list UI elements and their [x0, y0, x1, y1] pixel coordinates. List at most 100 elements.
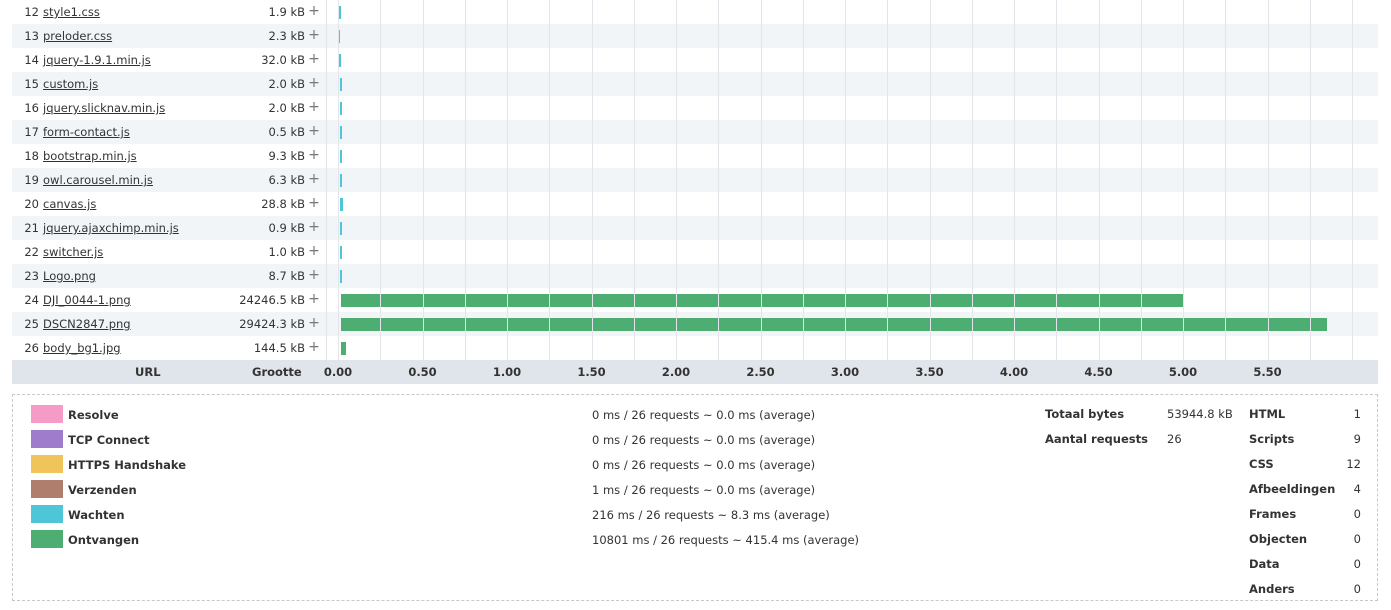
request-size: 8.7 kB [268, 269, 306, 283]
x-tick-label: 1.00 [492, 365, 522, 379]
request-number: 13 [24, 29, 39, 43]
x-tick-label: 3.00 [830, 365, 860, 379]
type-count: 0 [1353, 507, 1361, 521]
summary-label: Aantal requests [1045, 432, 1148, 446]
size-column-header: Grootte [252, 365, 302, 379]
table-row: 13 preloder.css 2.3 kB + [12, 24, 1378, 48]
handshake-swatch [31, 455, 63, 473]
request-number: 23 [24, 269, 39, 283]
table-row: 12 style1.css 1.9 kB + [12, 0, 1378, 24]
legend-stat: 1 ms / 26 requests ~ 0.0 ms (average) [592, 483, 816, 497]
type-count-row: Afbeeldingen 4 [1249, 482, 1375, 502]
request-number: 17 [24, 125, 39, 139]
receive-bar [341, 318, 1327, 331]
wait-bar [338, 30, 340, 43]
type-count: 0 [1353, 532, 1361, 546]
request-url-link[interactable]: custom.js [43, 77, 98, 91]
type-count-row: Data 0 [1249, 557, 1375, 577]
wait-bar [339, 102, 342, 115]
request-url-link[interactable]: jquery.ajaxchimp.min.js [43, 221, 179, 235]
wait-bar [339, 270, 342, 283]
expand-plus-icon[interactable]: + [307, 147, 321, 163]
request-url-link[interactable]: DJI_0044-1.png [43, 293, 131, 307]
request-size: 2.0 kB [268, 101, 306, 115]
legend-stat: 216 ms / 26 requests ~ 8.3 ms (average) [592, 508, 830, 522]
legend-item-resolve: Resolve 0 ms / 26 requests ~ 0.0 ms (aver… [31, 405, 831, 425]
legend-stat: 10801 ms / 26 requests ~ 415.4 ms (avera… [592, 533, 860, 547]
legend-item-handshake: HTTPS Handshake 0 ms / 26 requests ~ 0.0 … [31, 455, 831, 475]
expand-plus-icon[interactable]: + [307, 99, 321, 115]
request-url-link[interactable]: Logo.png [43, 269, 96, 283]
legend-stat: 0 ms / 26 requests ~ 0.0 ms (average) [592, 408, 816, 422]
legend-label: Ontvangen [68, 533, 140, 547]
request-url-link[interactable]: bootstrap.min.js [43, 149, 137, 163]
request-number: 22 [24, 245, 39, 259]
request-url-link[interactable]: jquery.slicknav.min.js [43, 101, 165, 115]
request-number: 21 [24, 221, 39, 235]
x-tick-label: 2.50 [746, 365, 775, 379]
axis-header-row: URL Grootte 0.00 0.50 1.00 1.50 2.00 2.50 3.00… [12, 360, 1378, 384]
type-count: 0 [1353, 582, 1361, 596]
table-row: 21 jquery.ajaxchimp.min.js 0.9 kB + [12, 216, 1378, 240]
expand-plus-icon[interactable]: + [307, 267, 321, 283]
request-url-link[interactable]: switcher.js [43, 245, 103, 259]
expand-plus-icon[interactable]: + [307, 195, 321, 211]
expand-plus-icon[interactable]: + [307, 171, 321, 187]
table-row: 20 canvas.js 28.8 kB + [12, 192, 1378, 216]
wait-bar [338, 6, 342, 19]
receive-bar [341, 342, 347, 355]
wait-bar [339, 126, 342, 139]
request-url-link[interactable]: jquery-1.9.1.min.js [43, 53, 151, 67]
request-url-link[interactable]: style1.css [43, 5, 100, 19]
x-tick-label: 2.00 [661, 365, 691, 379]
request-url-link[interactable]: canvas.js [43, 197, 96, 211]
table-row: 14 jquery-1.9.1.min.js 32.0 kB + [12, 48, 1378, 72]
request-number: 18 [24, 149, 39, 163]
request-number: 15 [24, 77, 39, 91]
request-url-link[interactable]: body_bg1.jpg [43, 341, 121, 355]
request-url-link[interactable]: owl.carousel.min.js [43, 173, 153, 187]
type-count: 1 [1353, 407, 1361, 421]
expand-plus-icon[interactable]: + [307, 75, 321, 91]
waterfall-chart: 12 style1.css 1.9 kB +13 preloder.css 2.3 kB +… [12, 0, 1378, 384]
table-row: 23 Logo.png 8.7 kB + [12, 264, 1378, 288]
table-row: 18 bootstrap.min.js 9.3 kB + [12, 144, 1378, 168]
expand-plus-icon[interactable]: + [307, 243, 321, 259]
expand-plus-icon[interactable]: + [307, 339, 321, 355]
request-url-link[interactable]: DSCN2847.png [43, 317, 131, 331]
request-number: 14 [24, 53, 39, 67]
receive-swatch [31, 530, 63, 548]
type-count-row: Anders 0 [1249, 582, 1375, 602]
table-row: 24 DJI_0044-1.png 24246.5 kB + [12, 288, 1378, 312]
expand-plus-icon[interactable]: + [307, 27, 321, 43]
request-size: 2.0 kB [268, 77, 306, 91]
legend-item-send: Verzenden 1 ms / 26 requests ~ 0.0 ms (av… [31, 480, 831, 500]
request-url-link[interactable]: form-contact.js [43, 125, 130, 139]
request-number: 24 [24, 293, 39, 307]
request-size: 9.3 kB [268, 149, 306, 163]
type-count: 0 [1353, 557, 1361, 571]
legend-stat: 0 ms / 26 requests ~ 0.0 ms (average) [592, 433, 816, 447]
summary-label: Totaal bytes [1045, 407, 1125, 421]
table-row: 26 body_bg1.jpg 144.5 kB + [12, 336, 1378, 360]
request-url-link[interactable]: preloder.css [43, 29, 112, 43]
expand-plus-icon[interactable]: + [307, 219, 321, 235]
resolve-swatch [31, 405, 63, 423]
connect-swatch [31, 430, 63, 448]
request-number: 12 [24, 5, 39, 19]
legend-item-receive: Ontvangen 10801 ms / 26 requests ~ 415.4 … [31, 530, 859, 550]
x-tick-label: 0.50 [408, 365, 437, 379]
wait-bar [339, 78, 342, 91]
legend-label: HTTPS Handshake [68, 458, 187, 472]
expand-plus-icon[interactable]: + [307, 51, 321, 67]
expand-plus-icon[interactable]: + [307, 3, 321, 19]
type-count-row: Scripts 9 [1249, 432, 1375, 452]
request-number: 20 [24, 197, 39, 211]
expand-plus-icon[interactable]: + [307, 315, 321, 331]
expand-plus-icon[interactable]: + [307, 123, 321, 139]
summary-value: 26 [1167, 432, 1182, 446]
request-size: 28.8 kB [261, 197, 305, 211]
expand-plus-icon[interactable]: + [307, 291, 321, 307]
legend-label: Wachten [68, 508, 125, 522]
type-label: Frames [1249, 507, 1297, 521]
